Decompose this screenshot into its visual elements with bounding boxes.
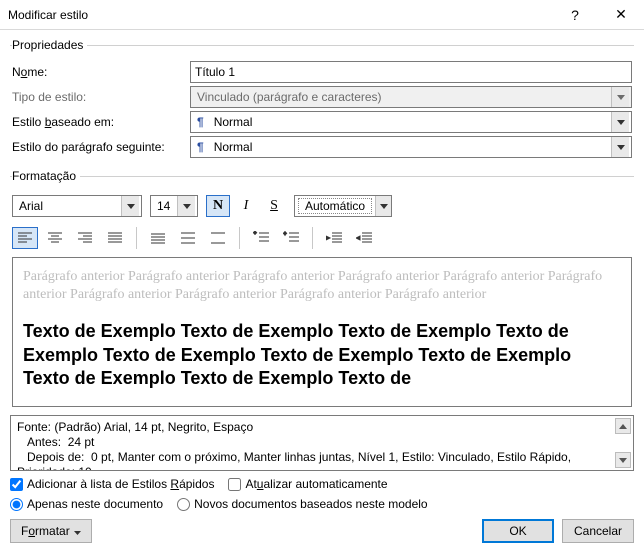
italic-button[interactable]: I bbox=[234, 195, 258, 217]
desc-line: Fonte: (Padrão) Arial, 14 pt, Negrito, E… bbox=[17, 420, 627, 435]
properties-group: Propriedades Nome: Tipo de estilo: Vincu… bbox=[10, 38, 634, 163]
based-on-label: Estilo baseado em: bbox=[12, 115, 184, 129]
line-spacing-15-button[interactable] bbox=[175, 227, 201, 249]
auto-update-checkbox[interactable]: Atualizar automaticamente bbox=[228, 477, 387, 491]
chevron-down-icon[interactable] bbox=[375, 196, 391, 216]
style-type-label: Tipo de estilo: bbox=[12, 90, 184, 104]
align-left-icon bbox=[18, 232, 32, 244]
line-spacing-1-button[interactable] bbox=[145, 227, 171, 249]
align-center-button[interactable] bbox=[42, 227, 68, 249]
align-center-icon bbox=[48, 232, 62, 244]
properties-legend: Propriedades bbox=[12, 38, 87, 52]
space-before-increase-icon bbox=[253, 231, 269, 245]
only-this-document-radio[interactable]: Apenas neste documento bbox=[10, 497, 163, 511]
new-documents-radio[interactable]: Novos documentos baseados neste modelo bbox=[177, 497, 427, 511]
help-button[interactable]: ? bbox=[552, 0, 598, 30]
chevron-down-icon bbox=[611, 87, 629, 107]
based-on-combo[interactable]: ¶ Normal bbox=[190, 111, 632, 133]
cancel-button[interactable]: Cancelar bbox=[562, 519, 634, 543]
desc-line: Depois de: 0 pt, Manter com o próximo, M… bbox=[17, 450, 627, 471]
preview-sample-text: Texto de Exemplo Texto de Exemplo Texto … bbox=[23, 320, 621, 390]
scroll-down-button[interactable] bbox=[615, 452, 631, 468]
format-menu-button[interactable]: Formatar bbox=[10, 519, 92, 543]
chevron-down-icon bbox=[74, 524, 81, 538]
window-title: Modificar estilo bbox=[8, 8, 552, 22]
ok-button[interactable]: OK bbox=[482, 519, 554, 543]
scroll-up-button[interactable] bbox=[615, 418, 631, 434]
close-button[interactable]: ✕ bbox=[598, 0, 644, 30]
paragraph-mark-icon: ¶ bbox=[197, 140, 204, 154]
underline-button[interactable]: S bbox=[262, 195, 286, 217]
preview-previous-paragraph: Parágrafo anterior Parágrafo anterior Pa… bbox=[23, 268, 621, 304]
bold-button[interactable]: N bbox=[206, 195, 230, 217]
next-style-label: Estilo do parágrafo seguinte: bbox=[12, 140, 184, 154]
increase-indent-button[interactable] bbox=[351, 227, 377, 249]
increase-indent-icon bbox=[356, 232, 372, 244]
space-before-increase-button[interactable] bbox=[248, 227, 274, 249]
add-quick-styles-checkbox[interactable]: Adicionar à lista de Estilos Rápidos bbox=[10, 477, 214, 491]
style-preview: Parágrafo anterior Parágrafo anterior Pa… bbox=[12, 257, 632, 407]
chevron-down-icon[interactable] bbox=[121, 196, 139, 216]
name-label: Nome: bbox=[12, 65, 184, 79]
font-combo[interactable]: Arial bbox=[12, 195, 142, 217]
paragraph-mark-icon: ¶ bbox=[197, 115, 204, 129]
align-right-icon bbox=[78, 232, 92, 244]
style-description: Fonte: (Padrão) Arial, 14 pt, Negrito, E… bbox=[10, 415, 634, 471]
style-type-combo: Vinculado (parágrafo e caracteres) bbox=[190, 86, 632, 108]
desc-line: Antes: 24 pt bbox=[17, 435, 627, 450]
line-spacing-2-button[interactable] bbox=[205, 227, 231, 249]
separator bbox=[239, 227, 240, 249]
next-style-combo[interactable]: ¶ Normal bbox=[190, 136, 632, 158]
line-spacing-15-icon bbox=[181, 232, 195, 244]
font-color-combo[interactable]: Automático bbox=[294, 195, 392, 217]
line-spacing-1-icon bbox=[151, 232, 165, 244]
formatting-group: Formatação Arial 14 N I S Automático bbox=[10, 169, 634, 409]
chevron-down-icon[interactable] bbox=[611, 137, 629, 157]
align-right-button[interactable] bbox=[72, 227, 98, 249]
formatting-legend: Formatação bbox=[12, 169, 80, 183]
space-before-decrease-button[interactable] bbox=[278, 227, 304, 249]
decrease-indent-button[interactable] bbox=[321, 227, 347, 249]
space-before-decrease-icon bbox=[283, 231, 299, 245]
align-left-button[interactable] bbox=[12, 227, 38, 249]
align-justify-button[interactable] bbox=[102, 227, 128, 249]
title-bar: Modificar estilo ? ✕ bbox=[0, 0, 644, 30]
line-spacing-2-icon bbox=[211, 232, 225, 244]
name-input[interactable] bbox=[190, 61, 632, 83]
chevron-down-icon[interactable] bbox=[177, 196, 195, 216]
chevron-down-icon[interactable] bbox=[611, 112, 629, 132]
separator bbox=[312, 227, 313, 249]
decrease-indent-icon bbox=[326, 232, 342, 244]
size-combo[interactable]: 14 bbox=[150, 195, 198, 217]
separator bbox=[136, 227, 137, 249]
align-justify-icon bbox=[108, 232, 122, 244]
